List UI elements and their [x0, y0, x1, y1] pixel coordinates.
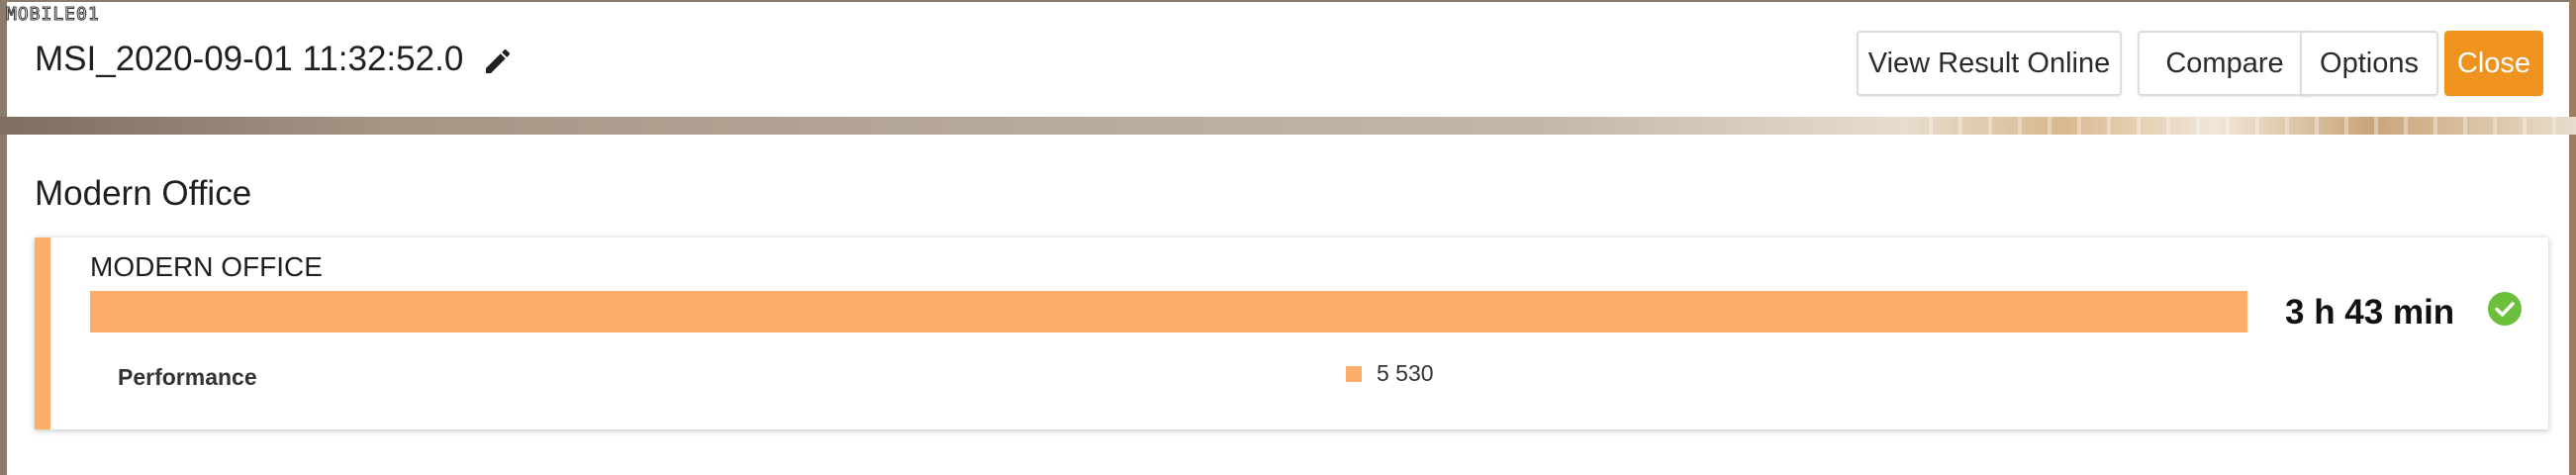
result-header: MSI_2020-09-01 11:32:52.0 View Result On… [7, 0, 2569, 117]
pencil-icon[interactable] [482, 46, 514, 77]
benchmark-card: MODERN OFFICE 3 h 43 min Performance 5 5… [35, 238, 2548, 429]
legend-swatch [1346, 366, 1362, 382]
close-button[interactable]: Close [2444, 31, 2543, 96]
result-title: MSI_2020-09-01 11:32:52.0 [35, 40, 464, 78]
view-result-online-button[interactable]: View Result Online [1857, 31, 2122, 96]
score-bar-fill [90, 291, 2247, 332]
background-pattern [1903, 117, 2576, 135]
metric-label: Performance [118, 364, 257, 390]
battery-life-score: 3 h 43 min [2285, 293, 2455, 332]
benchmark-title: MODERN OFFICE [90, 251, 323, 282]
check-circle-icon [2487, 291, 2523, 327]
watermark-logo: MOBILE01 [6, 4, 100, 26]
compare-button[interactable]: Compare [2138, 31, 2312, 96]
metric-value: 5 530 [1377, 360, 1434, 386]
section-title: Modern Office [35, 174, 252, 213]
results-panel: Modern Office MODERN OFFICE 3 h 43 min P… [7, 135, 2569, 475]
options-button[interactable]: Options [2300, 31, 2438, 96]
score-bar [90, 291, 2247, 332]
